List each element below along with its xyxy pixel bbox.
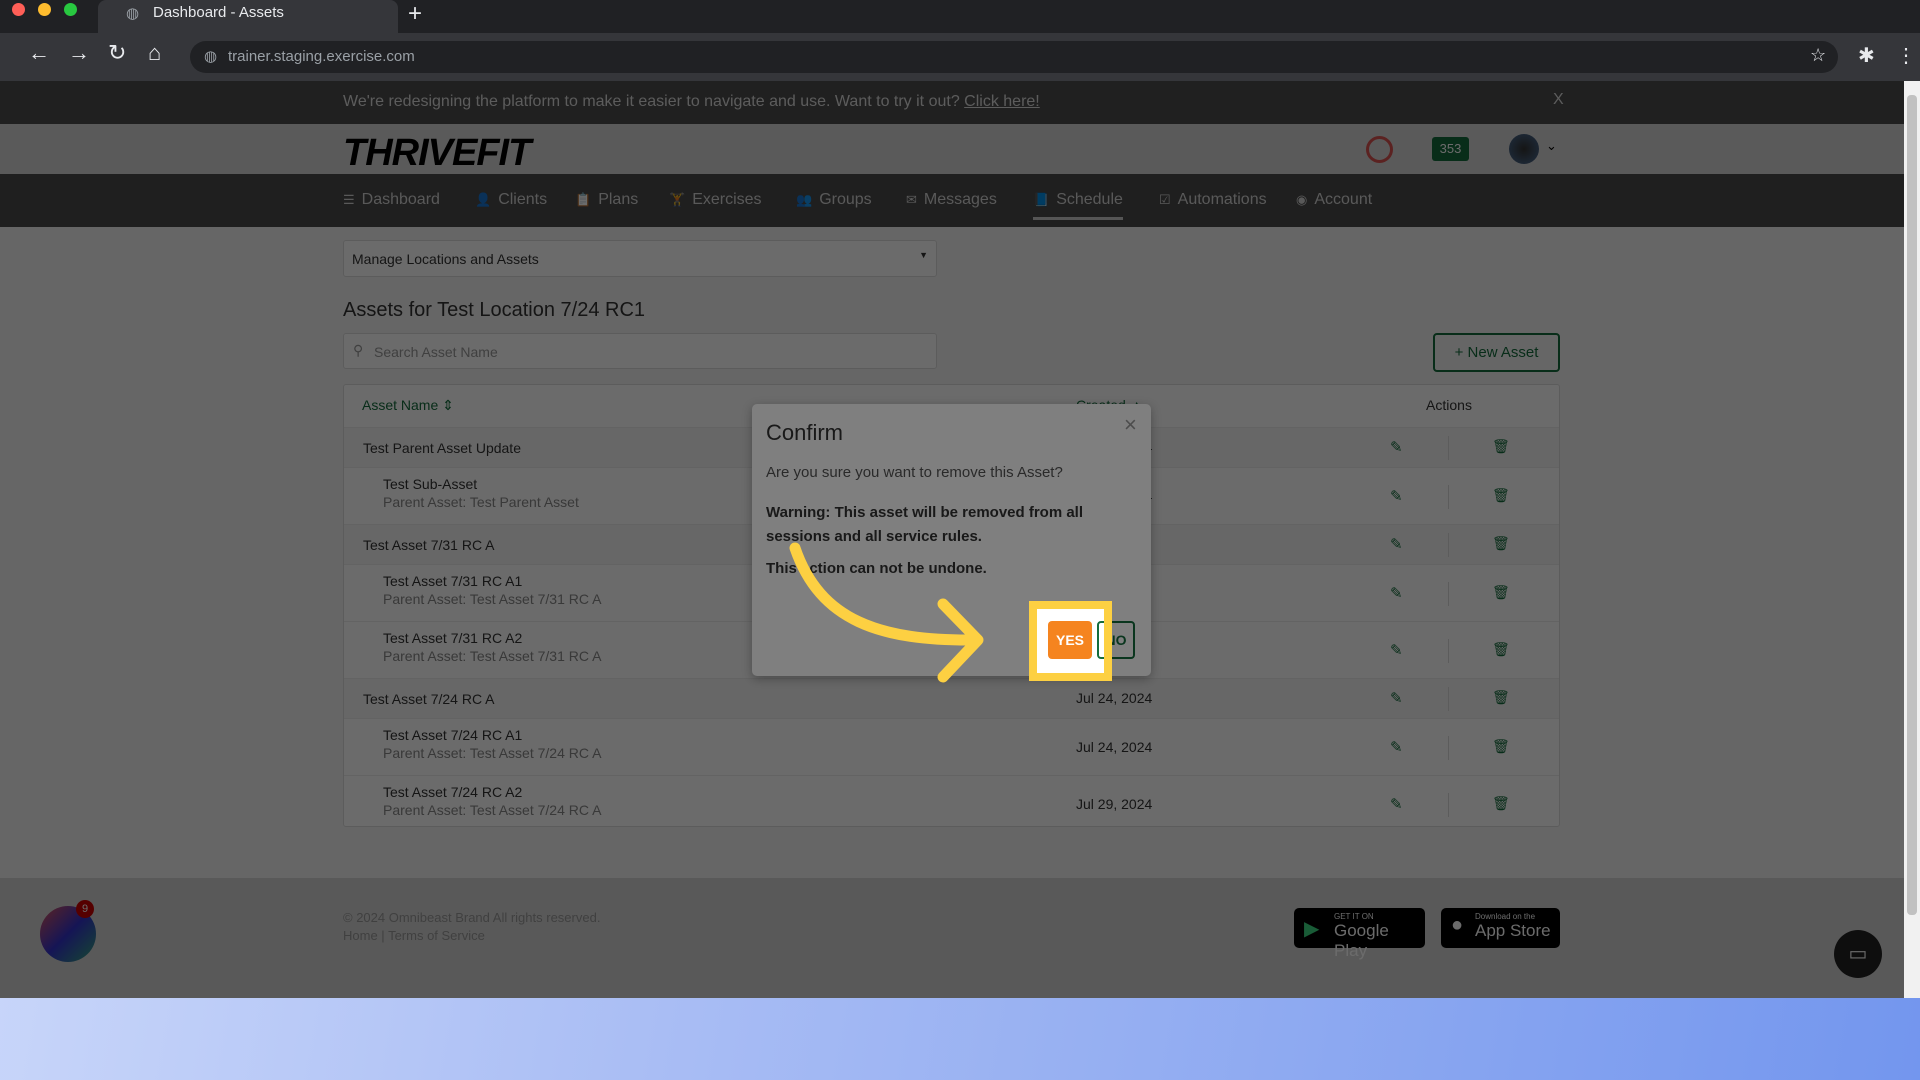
maximize-window-button[interactable] bbox=[64, 3, 77, 16]
home-icon[interactable]: ⌂ bbox=[148, 40, 161, 66]
site-info-icon: ◍ bbox=[204, 48, 218, 65]
url-text: trainer.staging.exercise.com bbox=[228, 48, 415, 65]
tab-title: Dashboard - Assets bbox=[153, 4, 284, 21]
forward-icon[interactable]: → bbox=[68, 40, 90, 66]
reload-icon[interactable]: ↻ bbox=[108, 40, 126, 66]
close-window-button[interactable] bbox=[12, 3, 25, 16]
tutorial-arrow-icon bbox=[789, 542, 984, 683]
url-field[interactable]: ◍ trainer.staging.exercise.com bbox=[190, 41, 1838, 73]
address-bar: ← → ↻ ⌂ ◍ trainer.staging.exercise.com ☆ … bbox=[0, 33, 1920, 81]
minimize-window-button[interactable] bbox=[38, 3, 51, 16]
new-tab-button[interactable]: + bbox=[408, 0, 422, 28]
browser-tab-bar: ◍ Dashboard - Assets + bbox=[0, 0, 1920, 33]
page-viewport: We're redesigning the platform to make i… bbox=[0, 81, 1904, 998]
browser-tab[interactable]: ◍ Dashboard - Assets bbox=[98, 0, 398, 33]
back-icon[interactable]: ← bbox=[28, 40, 50, 66]
bookmark-star-icon[interactable]: ☆ bbox=[1810, 45, 1826, 66]
scrollbar[interactable] bbox=[1904, 81, 1920, 998]
globe-icon: ◍ bbox=[126, 5, 140, 22]
extensions-puzzle-icon[interactable]: ✱ bbox=[1858, 43, 1875, 68]
browser-menu-icon[interactable]: ⋮ bbox=[1896, 43, 1916, 68]
